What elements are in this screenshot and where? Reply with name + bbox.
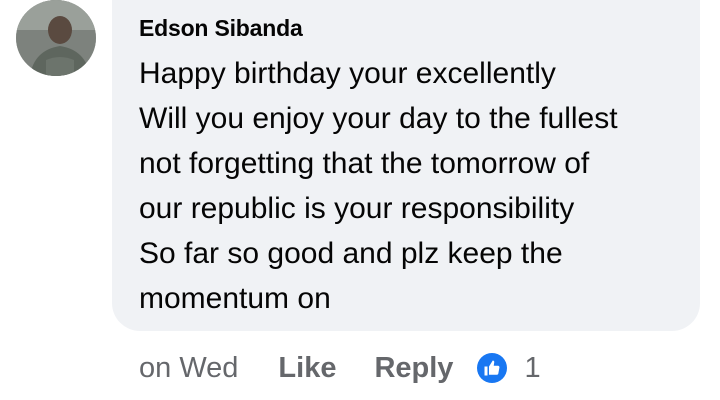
comment-line: So far so good and plz keep the bbox=[139, 237, 563, 270]
comment-bubble: Edson Sibanda Happy birthday your excell… bbox=[112, 0, 700, 331]
comment-timestamp[interactable]: on Wed bbox=[139, 352, 238, 385]
comment-line: Happy birthday your excellently bbox=[139, 57, 556, 90]
comment-body: Happy birthday your excellently Will you… bbox=[139, 51, 676, 321]
comment-author[interactable]: Edson Sibanda bbox=[139, 14, 676, 42]
thumbs-up-glyph bbox=[484, 360, 500, 376]
comment-line: momentum on bbox=[139, 282, 331, 315]
comment-actions: on Wed Like Reply 1 bbox=[139, 348, 541, 388]
comment-line: our republic is your responsibility bbox=[139, 192, 575, 225]
user-avatar-icon bbox=[16, 0, 96, 76]
reaction-count[interactable]: 1 bbox=[524, 352, 540, 385]
comment-line: Will you enjoy your day to the fullest bbox=[139, 102, 618, 135]
avatar[interactable] bbox=[16, 0, 96, 76]
comment-line: not forgetting that the tomorrow of bbox=[139, 147, 590, 180]
reply-button[interactable]: Reply bbox=[374, 352, 453, 385]
comment-container: Edson Sibanda Happy birthday your excell… bbox=[0, 0, 720, 400]
thumbs-up-icon[interactable] bbox=[477, 353, 508, 383]
like-button[interactable]: Like bbox=[278, 352, 336, 385]
